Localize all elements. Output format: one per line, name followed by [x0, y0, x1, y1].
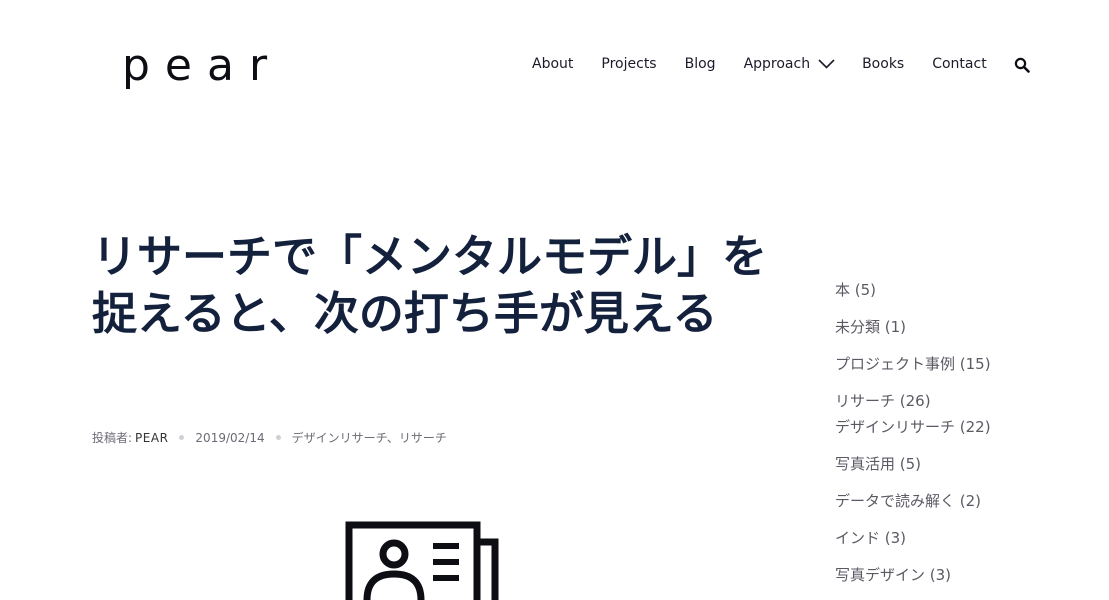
nav-item-contact[interactable]: Contact: [932, 52, 986, 76]
nav-label: Blog: [684, 56, 716, 72]
site-logo[interactable]: pear: [122, 38, 282, 94]
post-categories[interactable]: デザインリサーチ、リサーチ: [292, 429, 447, 446]
nav-label: Projects: [601, 56, 657, 72]
main-nav: About Projects Blog Approach Books Conta…: [532, 52, 987, 76]
category-item[interactable]: 本 (5): [835, 278, 1075, 302]
nav-item-projects[interactable]: Projects: [601, 52, 656, 76]
nav-label: About: [532, 56, 574, 72]
search-icon[interactable]: [1014, 57, 1030, 73]
post-date[interactable]: 2019/02/14: [195, 431, 264, 445]
article-meta: 投稿者: PEAR 2019/02/14 デザインリサーチ、リサーチ: [92, 429, 447, 446]
nav-item-about[interactable]: About: [532, 52, 573, 76]
profile-card-illustration: [345, 521, 499, 600]
nav-item-blog[interactable]: Blog: [685, 52, 716, 76]
category-item[interactable]: 写真デザイン (3): [835, 563, 1075, 587]
nav-label: Books: [862, 56, 905, 72]
page: pear About Projects Blog Approach Books …: [0, 0, 1109, 600]
category-item[interactable]: デザインリサーチ (22): [835, 415, 1075, 439]
category-list: 本 (5) 未分類 (1) プロジェクト事例 (15) リサーチ (26) デザ…: [835, 278, 1075, 600]
category-item[interactable]: 写真活用 (5): [835, 452, 1075, 476]
chevron-down-icon[interactable]: [818, 58, 835, 70]
category-item[interactable]: データで読み解く (2): [835, 489, 1075, 513]
category-item[interactable]: 未分類 (1): [835, 315, 1075, 339]
category-item[interactable]: インド (3): [835, 526, 1075, 550]
category-item[interactable]: リサーチ (26): [835, 389, 1075, 413]
nav-label: Contact: [932, 56, 987, 72]
nav-item-books[interactable]: Books: [862, 52, 904, 76]
separator-dot: [275, 435, 281, 440]
author-label: 投稿者:: [92, 431, 133, 445]
author-link[interactable]: PEAR: [135, 431, 168, 445]
nav-label: Approach: [743, 56, 811, 72]
category-item[interactable]: プロジェクト事例 (15): [835, 352, 1075, 376]
separator-dot: [179, 435, 185, 440]
nav-item-approach[interactable]: Approach: [744, 52, 836, 76]
article-title: リサーチで「メンタルモデル」を捉えると、次の打ち手が見える: [92, 230, 768, 340]
